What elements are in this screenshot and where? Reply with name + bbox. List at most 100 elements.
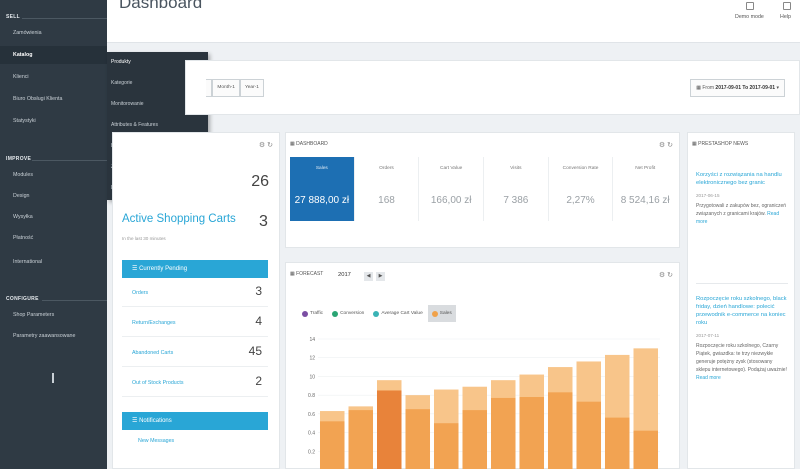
sales-bar[interactable] xyxy=(462,410,488,469)
range-value: 2017-09-01 To 2017-09-01 xyxy=(715,85,776,91)
sales-bar[interactable] xyxy=(376,390,402,469)
new-messages-link[interactable]: New Messages xyxy=(138,438,174,444)
sales-bar[interactable] xyxy=(604,417,630,469)
pending-row-label: Abandoned Carts xyxy=(132,350,174,356)
y-tick-label: 14 xyxy=(309,337,315,343)
kpi-tile[interactable]: Cart Value 166,00 zł xyxy=(418,157,483,221)
sidebar-divider xyxy=(32,160,107,161)
sidebar-item[interactable]: Modules xyxy=(0,166,107,184)
sales-bar[interactable] xyxy=(576,401,602,469)
sidebar-item[interactable]: Parametry zaawansowane xyxy=(0,327,107,345)
kpi-label: Visits xyxy=(510,166,522,171)
sales-bar[interactable] xyxy=(433,423,459,469)
sales-bar[interactable] xyxy=(490,397,516,469)
sidebar-item[interactable]: Biuro Obsługi Klienta xyxy=(0,90,107,108)
sidebar-item[interactable]: Płatność xyxy=(0,229,107,247)
panel-config-icons[interactable]: ⚙ ↻ xyxy=(259,141,273,149)
help-button[interactable]: Help xyxy=(780,14,791,20)
legend-dot-icon xyxy=(431,310,438,317)
kpi-value: 7 386 xyxy=(503,195,529,206)
demo-mode-button[interactable]: Demo mode xyxy=(735,14,764,20)
kpi-value: 8 524,16 zł xyxy=(620,195,670,206)
pending-row[interactable]: Orders 3 xyxy=(122,279,268,307)
sidebar-item[interactable]: International xyxy=(0,253,107,271)
pending-row-value: 3 xyxy=(255,284,262,298)
legend-item[interactable]: Sales xyxy=(427,305,456,322)
date-range-picker[interactable]: ▦ From 2017-09-01 To 2017-09-01 ▾ xyxy=(690,79,785,97)
period-month-button[interactable]: Month-1 xyxy=(212,79,240,97)
pending-row-value: 45 xyxy=(248,344,262,358)
sales-bar[interactable] xyxy=(348,410,374,469)
y-tick-label: 0.8 xyxy=(308,393,315,399)
news-body: Rozpoczęcie roku szkolnego, Czarny Piąte… xyxy=(696,343,787,381)
sidebar-item[interactable]: Statystyki xyxy=(0,112,107,130)
sales-bar[interactable] xyxy=(519,397,545,469)
panel-config-icons[interactable]: ⚙ ↻ xyxy=(659,271,673,279)
next-year-button[interactable]: ▶ xyxy=(376,272,385,281)
news-panel: ▦ PRESTASHOP NEWS Korzyści z rozwiązania… xyxy=(687,132,795,469)
kpi-row: Sales 27 888,00 zł Orders 168 Cart Value 166,… xyxy=(290,157,677,221)
notifications-header[interactable]: ☰ Notifications xyxy=(122,412,268,430)
panel-config-icons[interactable]: ⚙ ↻ xyxy=(659,141,673,149)
active-carts-value: 3 xyxy=(259,213,268,230)
date-toolbar: Month-1 Year-1 ▦ From 2017-09-01 To 2017… xyxy=(185,60,800,115)
news-headline[interactable]: Korzyści z rozwiązania na handlu elektro… xyxy=(696,171,788,187)
active-carts-title[interactable]: Active Shopping Carts xyxy=(122,213,236,225)
sidebar-item[interactable]: Wysyłka xyxy=(0,208,107,226)
kpi-tile[interactable]: Net Profit 8 524,16 zł xyxy=(612,157,677,221)
kpi-label: Cart Value xyxy=(440,166,463,171)
help-icon[interactable] xyxy=(783,2,791,10)
sidebar-divider xyxy=(22,18,107,19)
legend-label: Average Cart Value xyxy=(381,311,423,316)
sales-bar[interactable] xyxy=(547,392,573,469)
legend-item[interactable]: Conversion xyxy=(328,305,368,322)
demo-mode-icon[interactable] xyxy=(746,2,754,10)
news-article: Korzyści z rozwiązania na handlu elektro… xyxy=(696,171,788,226)
y-tick-label: 12 xyxy=(309,356,315,362)
calendar-icon: ▦ xyxy=(696,85,701,91)
sidebar-collapse-icon[interactable] xyxy=(50,373,56,383)
sidebar: SELL IMPROVE CONFIGURE Zamówienia Katalog Kli… xyxy=(0,0,107,469)
pending-row[interactable]: Abandoned Carts 45 xyxy=(122,339,268,367)
sales-bar[interactable] xyxy=(633,430,659,469)
forecast-panel: ▦ FORECAST 2017 ◀ ▶ ⚙ ↻ Traffic Conversio… xyxy=(285,262,680,469)
legend-label: Traffic xyxy=(310,311,324,316)
chart-icon: ▦ xyxy=(290,141,295,147)
kpi-label: Sales xyxy=(315,166,328,171)
news-headline[interactable]: Rozpoczęcie roku szkolnego, black friday… xyxy=(696,295,788,327)
currently-pending-header[interactable]: ☰ Currently Pending xyxy=(122,260,268,278)
kpi-tile[interactable]: Orders 168 xyxy=(353,157,419,221)
legend-label: Conversion xyxy=(340,311,365,316)
sidebar-item[interactable]: Klienci xyxy=(0,68,107,86)
pending-row[interactable]: Out of Stock Products 2 xyxy=(122,369,268,397)
kpi-tile[interactable]: Visits 7 386 xyxy=(483,157,548,221)
period-year-button[interactable]: Year-1 xyxy=(239,79,264,97)
pending-row-label: Orders xyxy=(132,290,149,296)
news-icon: ▦ xyxy=(692,141,697,147)
sidebar-item[interactable]: Design xyxy=(0,187,107,205)
page-title: Dashboard xyxy=(119,0,203,12)
sales-bar[interactable] xyxy=(319,421,345,469)
news-body: Przygotowali z zakupów bez, ograniczeń z… xyxy=(696,203,787,225)
sidebar-item[interactable]: Shop Parameters xyxy=(0,306,107,324)
prev-year-button[interactable]: ◀ xyxy=(364,272,373,281)
sidebar-section-header: IMPROVE xyxy=(6,156,32,162)
sales-bar[interactable] xyxy=(405,409,431,469)
sidebar-item[interactable]: Katalog xyxy=(0,46,107,64)
page-header: Dashboard Demo mode Help xyxy=(107,0,800,43)
pending-row-label: Return/Exchanges xyxy=(132,320,176,326)
legend-dot-icon xyxy=(373,310,380,317)
legend-dot-icon xyxy=(302,310,308,317)
sidebar-item[interactable]: Zamówienia xyxy=(0,24,107,42)
read-more-link[interactable]: Read more xyxy=(696,375,721,381)
range-prefix: From xyxy=(702,85,715,91)
legend-item[interactable]: Average Cart Value xyxy=(369,305,426,322)
dashboard-panel: ▦ DASHBOARD ⚙ ↻ Sales 27 888,00 zł Orders 1… xyxy=(285,132,680,248)
legend-item[interactable]: Traffic xyxy=(298,305,327,322)
list-icon: ☰ xyxy=(132,266,138,272)
kpi-tile[interactable]: Sales 27 888,00 zł xyxy=(290,157,354,221)
kpi-tile[interactable]: Conversion Rate 2,27% xyxy=(547,157,613,221)
currently-pending-label: Currently Pending xyxy=(139,266,188,272)
pending-row[interactable]: Return/Exchanges 4 xyxy=(122,309,268,337)
caret-down-icon: ▾ xyxy=(776,85,779,91)
